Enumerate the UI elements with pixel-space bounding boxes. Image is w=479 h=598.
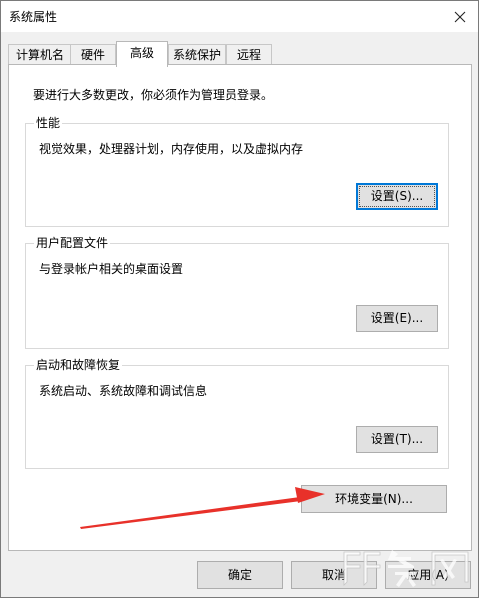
window-title: 系统属性	[9, 10, 58, 24]
performance-group-title: 性能	[34, 115, 63, 131]
close-button[interactable]	[442, 1, 478, 32]
user-profiles-group-title: 用户配置文件	[34, 235, 111, 251]
startup-recovery-settings-button[interactable]: 设置(T)...	[356, 426, 438, 453]
tab-advanced[interactable]: 高级	[116, 41, 168, 67]
tab-remote[interactable]: 远程	[226, 44, 272, 65]
startup-recovery-group: 启动和故障恢复 系统启动、系统故障和调试信息 设置(T)...	[25, 357, 449, 469]
tab-system-protection[interactable]: 系统保护	[168, 44, 226, 65]
title-bar: 系统属性	[1, 1, 478, 32]
cancel-button[interactable]: 取消	[291, 561, 377, 589]
ok-button[interactable]: 确定	[197, 561, 283, 589]
startup-recovery-group-title: 启动和故障恢复	[34, 357, 123, 373]
user-profiles-description: 与登录帐户相关的桌面设置	[39, 262, 184, 276]
user-profiles-settings-button[interactable]: 设置(E)...	[356, 305, 438, 332]
system-properties-window: 系统属性 计算机名 硬件 高级 系统保护 远程 要进行大多数更改，你必须作为管理…	[0, 0, 479, 598]
startup-recovery-description: 系统启动、系统故障和调试信息	[39, 384, 208, 398]
environment-variables-button[interactable]: 环境变量(N)...	[301, 485, 447, 513]
advanced-tab-panel: 要进行大多数更改，你必须作为管理员登录。 性能 视觉效果，处理器计划，内存使用，…	[8, 64, 472, 551]
performance-settings-button[interactable]: 设置(S)...	[356, 183, 438, 210]
admin-note: 要进行大多数更改，你必须作为管理员登录。	[33, 88, 274, 102]
apply-button[interactable]: 应用(A)	[385, 561, 471, 589]
performance-group: 性能 视觉效果，处理器计划，内存使用，以及虚拟内存 设置(S)...	[25, 115, 449, 227]
tab-hardware[interactable]: 硬件	[70, 44, 116, 65]
user-profiles-group: 用户配置文件 与登录帐户相关的桌面设置 设置(E)...	[25, 235, 449, 349]
tab-computer-name[interactable]: 计算机名	[8, 44, 72, 65]
performance-description: 视觉效果，处理器计划，内存使用，以及虚拟内存	[39, 142, 304, 156]
close-icon	[454, 11, 466, 23]
